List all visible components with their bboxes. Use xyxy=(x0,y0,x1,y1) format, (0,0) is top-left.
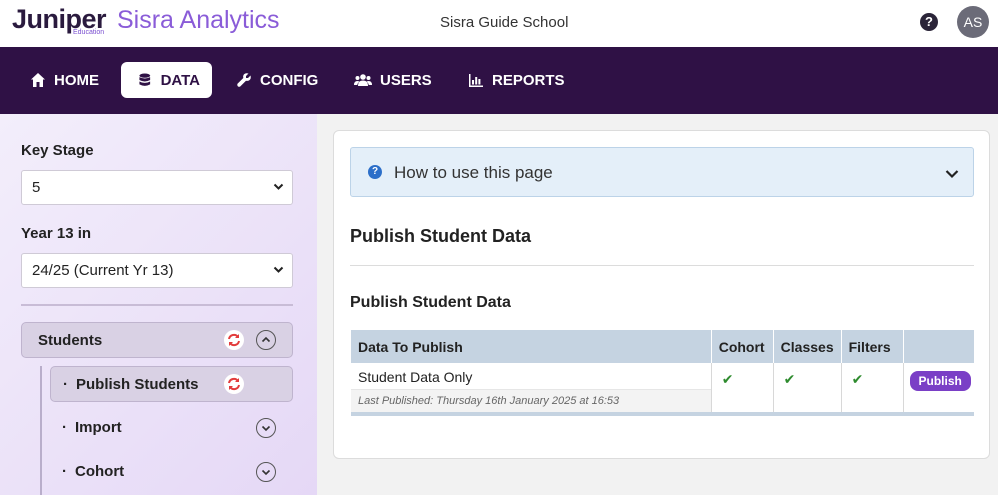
year-value: 24/25 (Current Yr 13) xyxy=(32,262,174,279)
sidebar-item-cohort[interactable]: · Cohort xyxy=(50,454,293,490)
table-header-row: Data To Publish Cohort Classes Filters xyxy=(351,330,974,363)
bullet-icon: · xyxy=(62,419,67,436)
key-stage-value: 5 xyxy=(32,179,41,196)
expand-import-button[interactable] xyxy=(256,418,276,438)
check-icon: ✔ xyxy=(721,371,734,387)
divider xyxy=(350,265,974,266)
nav-home-label: HOME xyxy=(54,71,99,89)
chevron-down-icon xyxy=(273,254,284,301)
last-published: Last Published: Thursday 16th January 20… xyxy=(351,389,711,412)
bar-chart-icon xyxy=(469,74,483,87)
nav-data[interactable]: DATA xyxy=(121,62,212,98)
nav-config[interactable]: CONFIG xyxy=(224,62,330,98)
sidebar-item-import[interactable]: · Import xyxy=(50,410,293,446)
publish-table: Data To Publish Cohort Classes Filters S… xyxy=(351,330,974,416)
sidebar-tree-line xyxy=(40,366,42,495)
how-to-accordion[interactable]: ? How to use this page xyxy=(350,147,974,197)
wrench-icon xyxy=(237,73,251,87)
nav-home[interactable]: HOME xyxy=(18,62,111,98)
year-select[interactable]: 24/25 (Current Yr 13) xyxy=(21,253,293,288)
chevron-down-icon xyxy=(261,469,271,476)
table-footer-bar xyxy=(351,412,974,416)
sidebar-item-label: Publish Students xyxy=(76,376,199,393)
action-cell: Publish xyxy=(902,363,974,412)
data-name-cell: Student Data Only Last Published: Thursd… xyxy=(351,363,712,412)
column-header: Filters xyxy=(840,330,904,363)
nav-users[interactable]: USERS xyxy=(342,62,444,98)
chevron-down-icon xyxy=(261,425,271,432)
check-icon: ✔ xyxy=(851,371,864,387)
juniper-logo-subtitle: Education xyxy=(73,29,105,36)
sidebar-item-label: Cohort xyxy=(75,463,125,480)
column-header: Cohort xyxy=(710,330,774,363)
user-avatar[interactable]: AS xyxy=(957,6,989,38)
bullet-icon: · xyxy=(63,376,68,393)
sidebar-item-label: Import xyxy=(75,419,122,436)
main-nav: HOME DATA CONFIG USERS REPORTS xyxy=(0,47,998,114)
nav-config-label: CONFIG xyxy=(260,71,319,89)
sidebar-group-label: Students xyxy=(38,332,103,349)
home-icon xyxy=(31,73,45,87)
sidebar: Key Stage 5 Year 13 in 24/25 (Current Yr… xyxy=(0,114,317,495)
nav-reports[interactable]: REPORTS xyxy=(456,62,577,98)
sidebar-item-publish-students[interactable]: · Publish Students xyxy=(50,366,293,402)
sidebar-group-students[interactable]: Students xyxy=(21,322,293,358)
collapse-students-button[interactable] xyxy=(256,330,276,350)
top-bar: Juniper Education Sisra Analytics Sisra … xyxy=(0,0,998,47)
publish-button[interactable]: Publish xyxy=(909,371,971,391)
check-icon: ✔ xyxy=(783,371,796,387)
table-row: Student Data Only Last Published: Thursd… xyxy=(351,363,974,412)
year-label: Year 13 in xyxy=(21,225,92,242)
nav-reports-label: REPORTS xyxy=(492,71,565,89)
key-stage-select[interactable]: 5 xyxy=(21,170,293,205)
refresh-icon[interactable] xyxy=(224,374,244,394)
database-icon xyxy=(139,73,151,86)
column-header xyxy=(902,330,974,363)
nav-users-label: USERS xyxy=(380,71,432,89)
classes-cell: ✔ xyxy=(772,363,842,412)
column-header: Classes xyxy=(772,330,842,363)
sidebar-divider xyxy=(21,304,293,306)
users-icon xyxy=(354,74,372,86)
question-icon: ? xyxy=(368,165,382,179)
page-title: Publish Student Data xyxy=(350,226,532,246)
bullet-icon: · xyxy=(62,463,67,480)
chevron-down-icon xyxy=(945,166,959,184)
filters-cell: ✔ xyxy=(840,363,904,412)
nav-data-label: DATA xyxy=(160,71,200,89)
help-icon[interactable]: ? xyxy=(920,13,938,31)
refresh-icon[interactable] xyxy=(224,330,244,350)
column-header: Data To Publish xyxy=(351,330,712,363)
chevron-up-icon xyxy=(261,336,271,343)
sisra-analytics-logo[interactable]: Sisra Analytics xyxy=(117,6,280,35)
how-to-label: How to use this page xyxy=(394,163,553,182)
chevron-down-icon xyxy=(273,171,284,218)
cohort-cell: ✔ xyxy=(710,363,774,412)
school-name: Sisra Guide School xyxy=(440,14,569,31)
expand-cohort-button[interactable] xyxy=(256,462,276,482)
key-stage-label: Key Stage xyxy=(21,142,94,159)
section-title: Publish Student Data xyxy=(350,294,511,311)
main-card: ? How to use this page Publish Student D… xyxy=(333,130,990,459)
data-name: Student Data Only xyxy=(358,369,473,385)
